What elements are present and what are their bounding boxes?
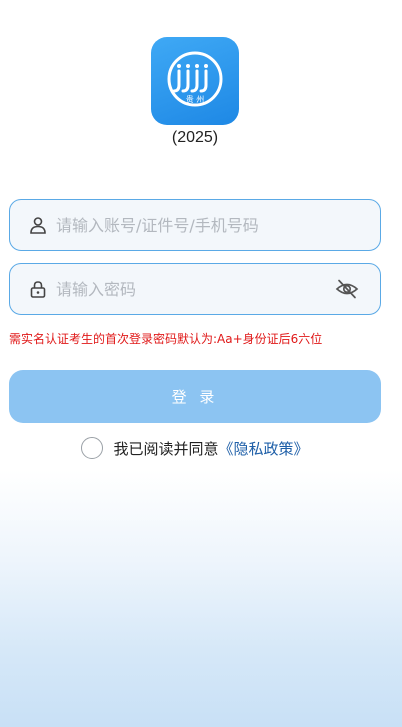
user-icon xyxy=(28,215,48,235)
agree-text: 我已阅读并同意 xyxy=(113,439,219,458)
privacy-policy-link[interactable]: 《隐私政策》 xyxy=(219,438,309,459)
lock-icon xyxy=(28,279,48,299)
privacy-agreement: 我已阅读并同意 《隐私政策》 xyxy=(0,436,390,460)
account-input[interactable] xyxy=(56,215,380,235)
eye-off-icon[interactable] xyxy=(334,276,360,302)
password-input[interactable] xyxy=(56,279,334,299)
app-logo-icon: 贵 州 xyxy=(167,51,223,107)
app-logo: 贵 州 xyxy=(151,37,239,125)
agree-radio[interactable] xyxy=(81,437,104,459)
account-field[interactable] xyxy=(9,199,381,251)
login-button[interactable]: 登 录 xyxy=(9,370,381,423)
default-password-notice: 需实名认证考生的首次登录密码默认为:Aa+身份证后6六位 xyxy=(9,332,323,346)
logo-caption: 贵 州 xyxy=(186,94,205,104)
password-field[interactable] xyxy=(9,263,381,315)
version-label: (2025) xyxy=(171,129,219,146)
